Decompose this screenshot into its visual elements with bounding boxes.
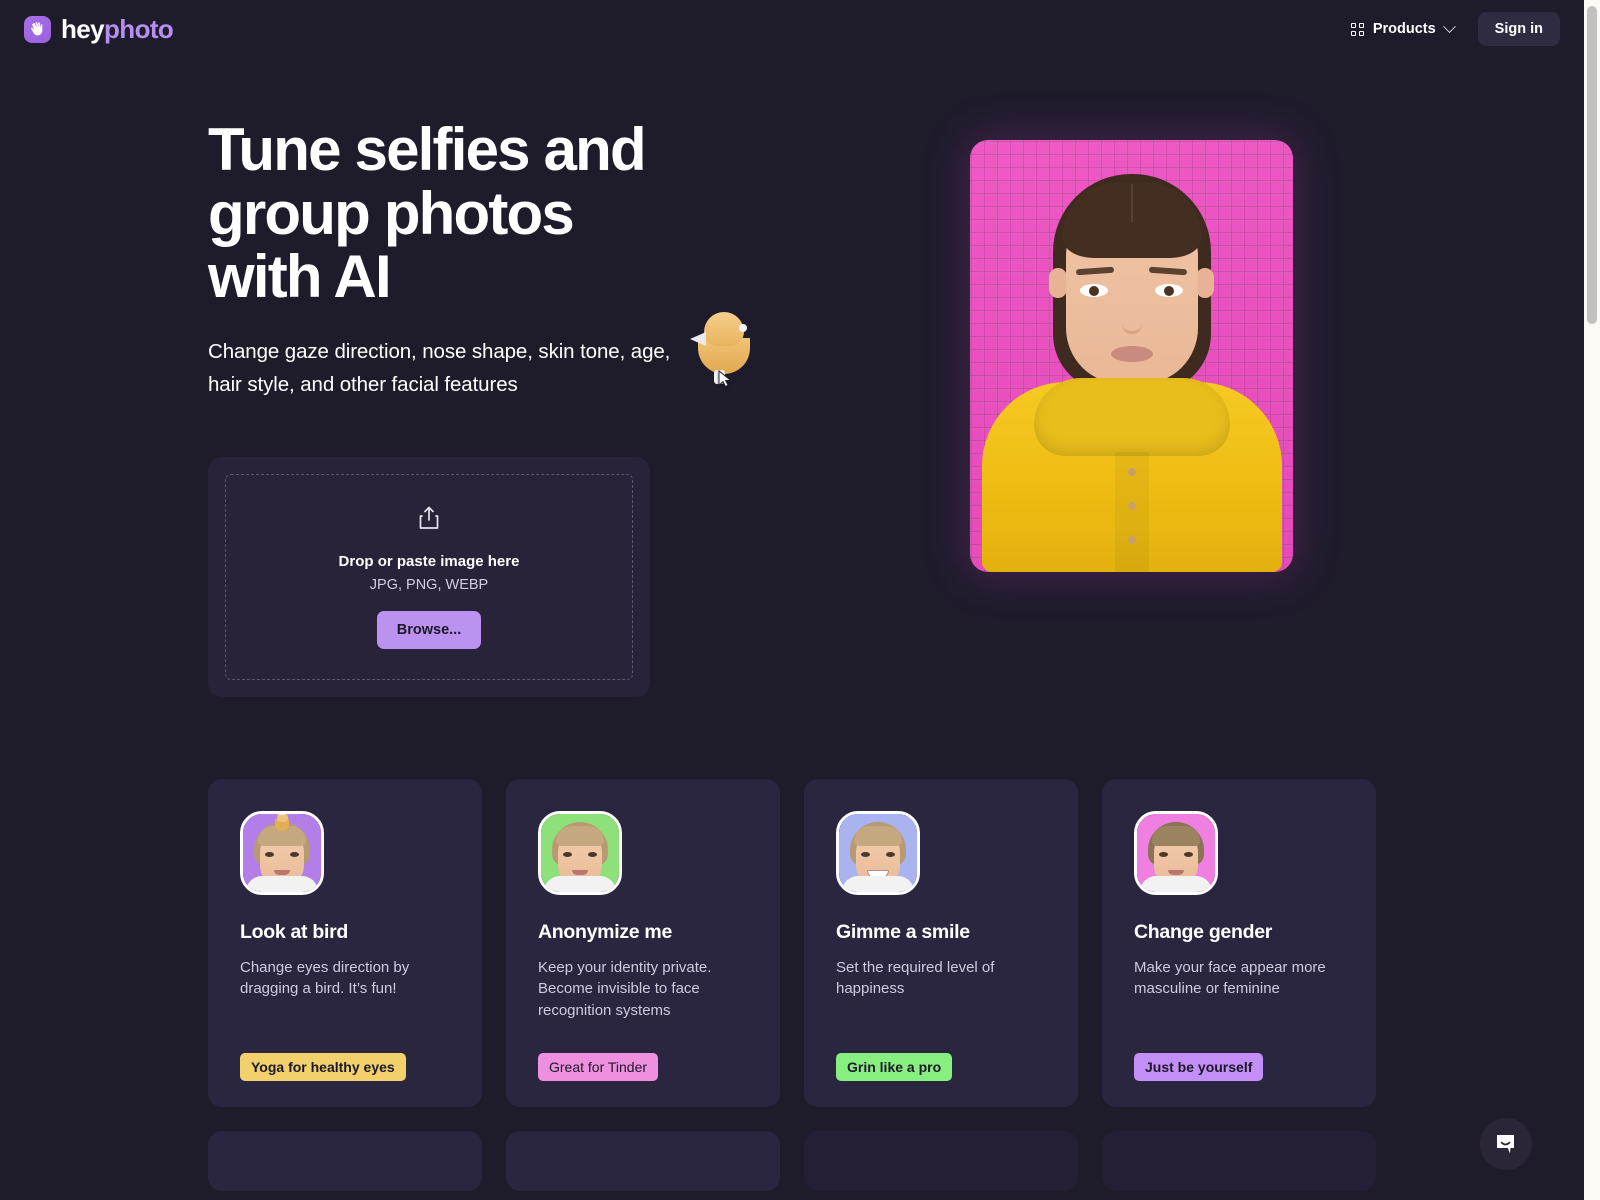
page-viewport: heyphoto Products Sign in Tune selfies a… [0, 0, 1584, 1200]
feature-title: Gimme a smile [836, 921, 970, 944]
feature-thumbnail [240, 811, 324, 896]
chat-widget-button[interactable] [1480, 1118, 1532, 1170]
feature-tag: Just be yourself [1134, 1053, 1264, 1082]
site-header: heyphoto Products Sign in [0, 0, 1584, 58]
page-title: Tune selfies and group photos with AI [208, 116, 647, 311]
products-menu-button[interactable]: Products [1339, 14, 1466, 44]
feature-card-change-gender[interactable]: Change gender Make your face appear more… [1102, 779, 1376, 1108]
products-label: Products [1372, 21, 1436, 37]
draggable-bird-icon[interactable] [690, 308, 756, 388]
feature-tag: Yoga for healthy eyes [240, 1053, 406, 1082]
sign-in-button[interactable]: Sign in [1477, 12, 1560, 46]
grid-icon [1350, 22, 1364, 36]
feature-tag: Grin like a pro [836, 1053, 953, 1082]
browse-button[interactable]: Browse... [376, 611, 482, 650]
feature-card-grid: Look at bird Change eyes direction by dr… [0, 779, 1584, 1108]
feature-thumbnail [538, 811, 622, 896]
upload-card: Drop or paste image here JPG, PNG, WEBP … [208, 457, 650, 698]
dropzone-title: Drop or paste image here [338, 553, 520, 571]
brand-hey: hey [61, 14, 105, 44]
feature-card-gimme-a-smile[interactable]: Gimme a smile Set the required level of … [804, 779, 1078, 1108]
hero-photo [970, 140, 1293, 572]
feature-title: Anonymize me [538, 921, 673, 944]
feature-card-anonymize-me[interactable]: Anonymize me Keep your identity private.… [506, 779, 780, 1108]
bird-on-head-icon [273, 814, 291, 836]
hero-section: Tune selfies and group photos with AI Ch… [0, 58, 1584, 698]
feature-description: Set the required level of happiness [836, 959, 995, 998]
cursor-arrow-icon [718, 369, 732, 393]
feature-card-grid-next-row [0, 1131, 1584, 1192]
brand-logo[interactable]: heyphoto [24, 14, 174, 44]
scrollbar-thumb[interactable] [1587, 6, 1597, 324]
feature-thumbnail [1134, 811, 1218, 896]
chevron-down-icon [1442, 19, 1456, 33]
hero-subtitle: Change gaze direction, nose shape, skin … [208, 339, 671, 396]
header-nav: Products Sign in [1339, 12, 1560, 46]
feature-description: Keep your identity private. Become invis… [538, 959, 712, 1019]
page-scrollbar[interactable] [1584, 0, 1600, 1200]
dropzone-formats: JPG, PNG, WEBP [369, 577, 489, 594]
feature-card-next[interactable] [1102, 1131, 1376, 1192]
feature-description: Make your face appear more masculine or … [1134, 959, 1326, 998]
hero-preview [678, 118, 1584, 697]
feature-description: Change eyes direction by dragging a bird… [240, 959, 410, 998]
brand-photo: photo [104, 14, 174, 44]
brand-wordmark: heyphoto [61, 14, 174, 44]
waving-hand-icon [24, 15, 51, 43]
feature-title: Look at bird [240, 921, 348, 944]
feature-title: Change gender [1134, 921, 1273, 944]
hero-copy: Tune selfies and group photos with AI Ch… [208, 116, 678, 698]
feature-card-next[interactable] [506, 1131, 780, 1192]
feature-card-next[interactable] [804, 1131, 1078, 1192]
image-dropzone[interactable]: Drop or paste image here JPG, PNG, WEBP … [225, 474, 633, 681]
portrait-illustration [970, 140, 1293, 572]
feature-card-look-at-bird[interactable]: Look at bird Change eyes direction by dr… [208, 779, 482, 1108]
feature-card-next[interactable] [208, 1131, 482, 1192]
chat-smile-icon [1497, 1135, 1514, 1154]
upload-share-icon [417, 505, 441, 536]
feature-tag: Great for Tinder [538, 1053, 659, 1082]
feature-thumbnail [836, 811, 920, 896]
